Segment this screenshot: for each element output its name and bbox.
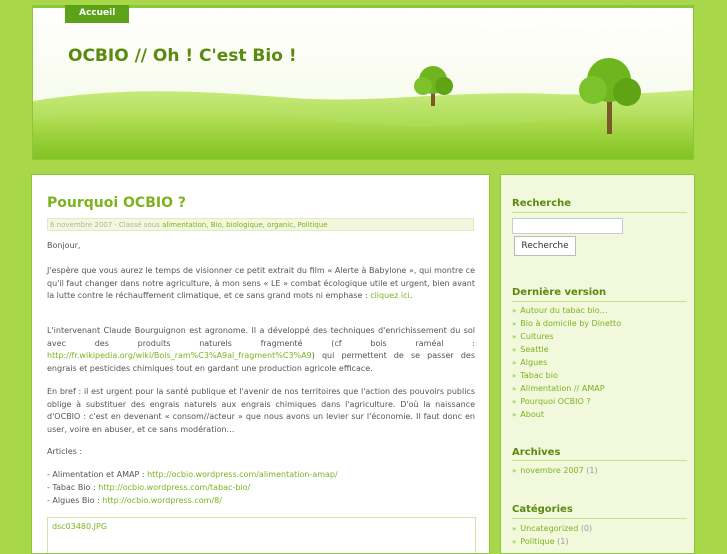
recent-item-label[interactable]: Bio à domicile by Dinetto: [520, 319, 621, 328]
nav-about[interactable]: About: [145, 7, 175, 19]
nav-accueil[interactable]: Accueil: [65, 5, 130, 23]
search-input[interactable]: [512, 218, 623, 234]
main-content: Pourquoi OCBIO ? 6 novembre 2007 · Class…: [31, 174, 490, 554]
recent-heading: Dernière version: [512, 287, 607, 298]
bullet-icon: »: [512, 346, 517, 354]
article-label: - Alimentation et AMAP :: [47, 470, 148, 479]
nav-alimentation[interactable]: Alimentation // AMAP: [204, 7, 312, 19]
bullet-icon: »: [512, 359, 517, 367]
nav-algues[interactable]: Algues: [408, 7, 442, 19]
bullet-icon: »: [512, 398, 517, 406]
cliquez-ici-link[interactable]: cliquez ici: [370, 291, 410, 300]
paragraph-2: L'intervenant Claude Bourguignon est agr…: [47, 325, 475, 375]
image-caption: dsc03480.JPG: [52, 522, 108, 531]
article-line: - Alimentation et AMAP : http://ocbio.wo…: [47, 470, 338, 479]
divider: [512, 301, 687, 302]
archive-count: (1): [586, 466, 598, 475]
recent-item[interactable]: » About: [512, 410, 544, 419]
bullet-icon: »: [512, 372, 517, 380]
recent-item[interactable]: » Alimentation // AMAP: [512, 384, 605, 393]
post-meta: 6 novembre 2007 · Classé sous alimentati…: [47, 218, 474, 231]
recent-item[interactable]: » Cultures: [512, 332, 554, 341]
nav-bio-domicile[interactable]: Bio à domicile: [608, 7, 679, 19]
recent-item-label[interactable]: Pourquoi OCBIO ?: [520, 397, 590, 406]
site-title[interactable]: OCBIO // Oh ! C'est Bio !: [68, 46, 297, 66]
recent-item-label[interactable]: Autour du tabac bio…: [520, 306, 607, 315]
search-button[interactable]: Recherche: [514, 236, 576, 256]
article-line: - Tabac Bio : http://ocbio.wordpress.com…: [47, 483, 250, 492]
bullet-icon: »: [512, 333, 517, 341]
recent-item-label[interactable]: Alimentation // AMAP: [520, 384, 604, 393]
articles-label: Articles :: [47, 447, 83, 456]
recent-item[interactable]: » Pourquoi OCBIO ?: [512, 397, 591, 406]
categories-heading: Catégories: [512, 504, 573, 515]
wikipedia-link[interactable]: http://fr.wikipedia.org/wiki/Bois_ram%C3…: [47, 351, 312, 360]
recent-item[interactable]: » Tabac bio: [512, 371, 558, 380]
article-label: - Algues Bio :: [47, 496, 103, 505]
nav-autour-tabac[interactable]: Autour du tabac bio…: [561, 21, 671, 33]
paragraph-2-text: L'intervenant Claude Bourguignon est agr…: [47, 326, 475, 348]
recent-item-label[interactable]: Algues: [520, 358, 547, 367]
bullet-icon: »: [512, 385, 517, 393]
bullet-icon: »: [512, 411, 517, 419]
archive-label[interactable]: novembre 2007: [520, 466, 583, 475]
recent-item-label[interactable]: Seattle: [520, 345, 548, 354]
sidebar: Recherche Recherche Dernière version » Au…: [500, 174, 695, 554]
article-label: - Tabac Bio :: [47, 483, 99, 492]
recent-item[interactable]: » Autour du tabac bio…: [512, 306, 608, 315]
divider: [512, 518, 687, 519]
archives-heading: Archives: [512, 447, 561, 458]
archive-item[interactable]: » novembre 2007 (1): [512, 466, 598, 475]
nav-cultures[interactable]: Cultures: [537, 7, 580, 19]
article-link-alimentation[interactable]: http://ocbio.wordpress.com/alimentation-…: [147, 470, 338, 479]
bullet-icon: »: [512, 467, 517, 475]
nav-tabac-bio[interactable]: Tabac bio: [330, 7, 378, 19]
bullet-icon: »: [512, 307, 517, 315]
nav-seattle[interactable]: Seattle: [473, 7, 509, 19]
bullet-icon: »: [512, 320, 517, 328]
main-nav: Accueil About Alimentation // AMAP Tabac…: [32, 5, 694, 33]
category-item[interactable]: » Uncategorized (0): [512, 524, 592, 533]
greeting: Bonjour,: [47, 241, 81, 250]
recent-item[interactable]: » Seattle: [512, 345, 549, 354]
post-date: 6 novembre 2007 · Classé sous: [50, 221, 160, 229]
bullet-icon: »: [512, 525, 517, 533]
post-categories[interactable]: alimentation, Bio, biologique, organic, …: [162, 221, 328, 229]
category-count: (0): [580, 524, 593, 533]
divider: [512, 212, 687, 213]
search-heading: Recherche: [512, 198, 572, 209]
paragraph-3: En bref : il est urgent pour la santé pu…: [47, 387, 475, 434]
nav-seattle-line2[interactable]: by Dinetto: [482, 21, 535, 33]
article-link-algues[interactable]: http://ocbio.wordpress.com/8/: [102, 496, 222, 505]
recent-item-label[interactable]: Cultures: [520, 332, 553, 341]
category-label[interactable]: Uncategorized: [520, 524, 578, 533]
recent-item[interactable]: » Algues: [512, 358, 547, 367]
paragraph-1: J'espère que vous aurez le temps de visi…: [47, 266, 475, 300]
article-link-tabac[interactable]: http://ocbio.wordpress.com/tabac-bio/: [98, 483, 250, 492]
post-title[interactable]: Pourquoi OCBIO ?: [47, 195, 186, 211]
divider: [512, 460, 687, 461]
recent-item-label[interactable]: About: [520, 410, 544, 419]
recent-item[interactable]: » Bio à domicile by Dinetto: [512, 319, 621, 328]
article-line: - Algues Bio : http://ocbio.wordpress.co…: [47, 496, 222, 505]
post-image[interactable]: dsc03480.JPG: [47, 517, 476, 553]
recent-item-label[interactable]: Tabac bio: [520, 371, 558, 380]
